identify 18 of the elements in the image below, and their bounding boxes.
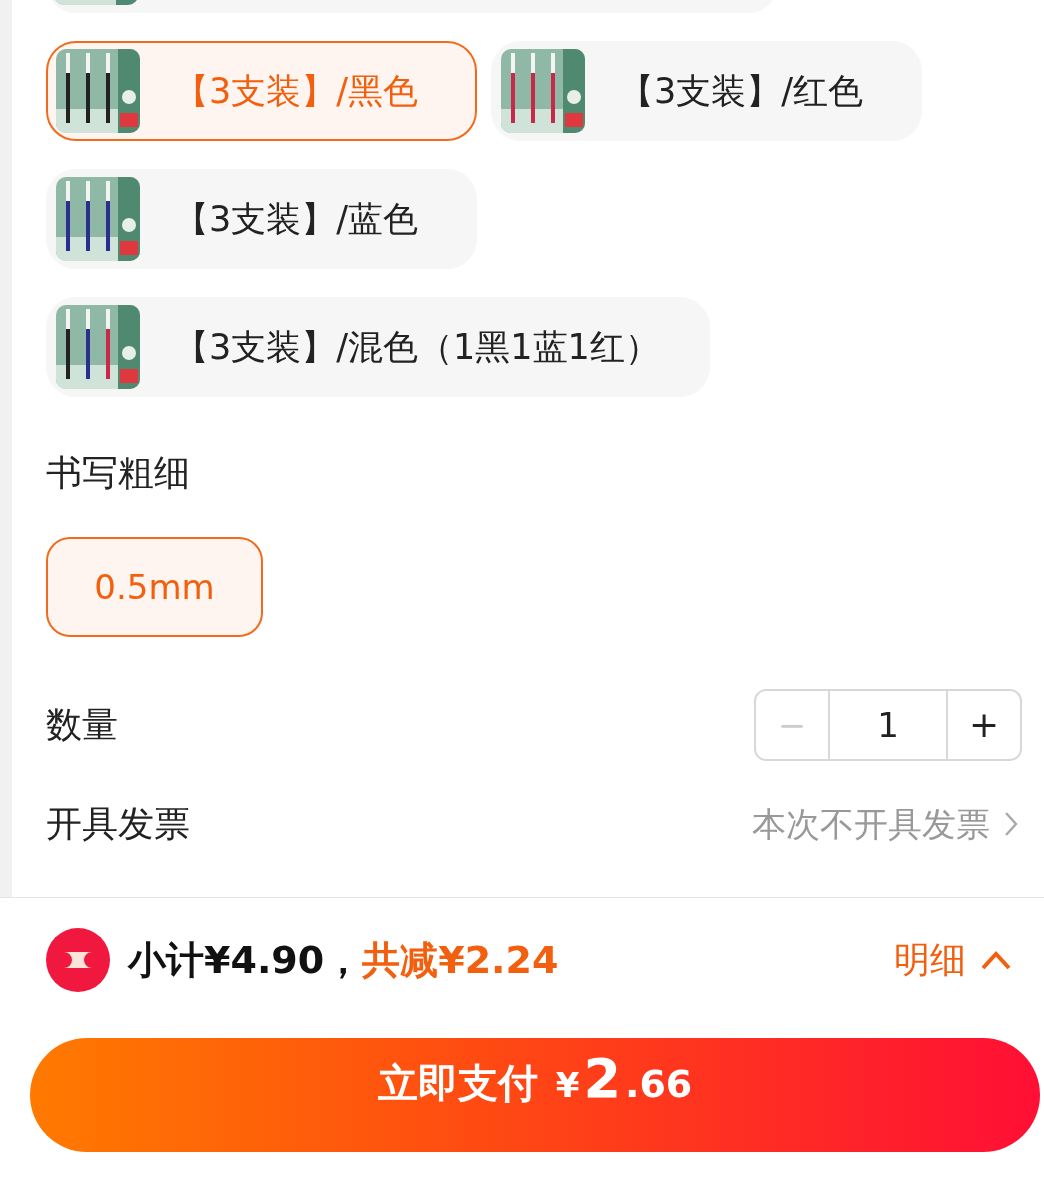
chevron-right-icon [1004,811,1018,837]
ticket-icon [46,928,110,992]
discount-text: 共减¥2.24 [362,936,559,984]
invoice-label: 开具发票 [46,802,190,846]
option-chip[interactable]: 【3支装】/红色 [491,41,922,141]
quantity-label: 数量 [46,703,118,747]
invoice-value[interactable]: 本次不开具发票 [752,798,990,850]
option-chip[interactable]: 【3支装】/黑色 [46,41,477,141]
subtotal-text: 小计¥4.90， [128,937,363,982]
details-button[interactable]: 明细 [894,933,1012,987]
plus-button[interactable]: + [948,691,1020,759]
section-title: 书写粗细 [46,455,191,491]
pay-button[interactable]: 立即支付 ¥2.66 [30,1038,1040,1152]
chevron-up-icon [980,950,1012,970]
quantity-field[interactable]: 1 [828,691,948,759]
option-chip[interactable]: 0.5mm [46,537,263,637]
option-chip[interactable]: 【3支装】/蓝色 [46,169,477,269]
option-chip[interactable]: 【3支装】/混色（1黑1蓝1红） [46,297,710,397]
